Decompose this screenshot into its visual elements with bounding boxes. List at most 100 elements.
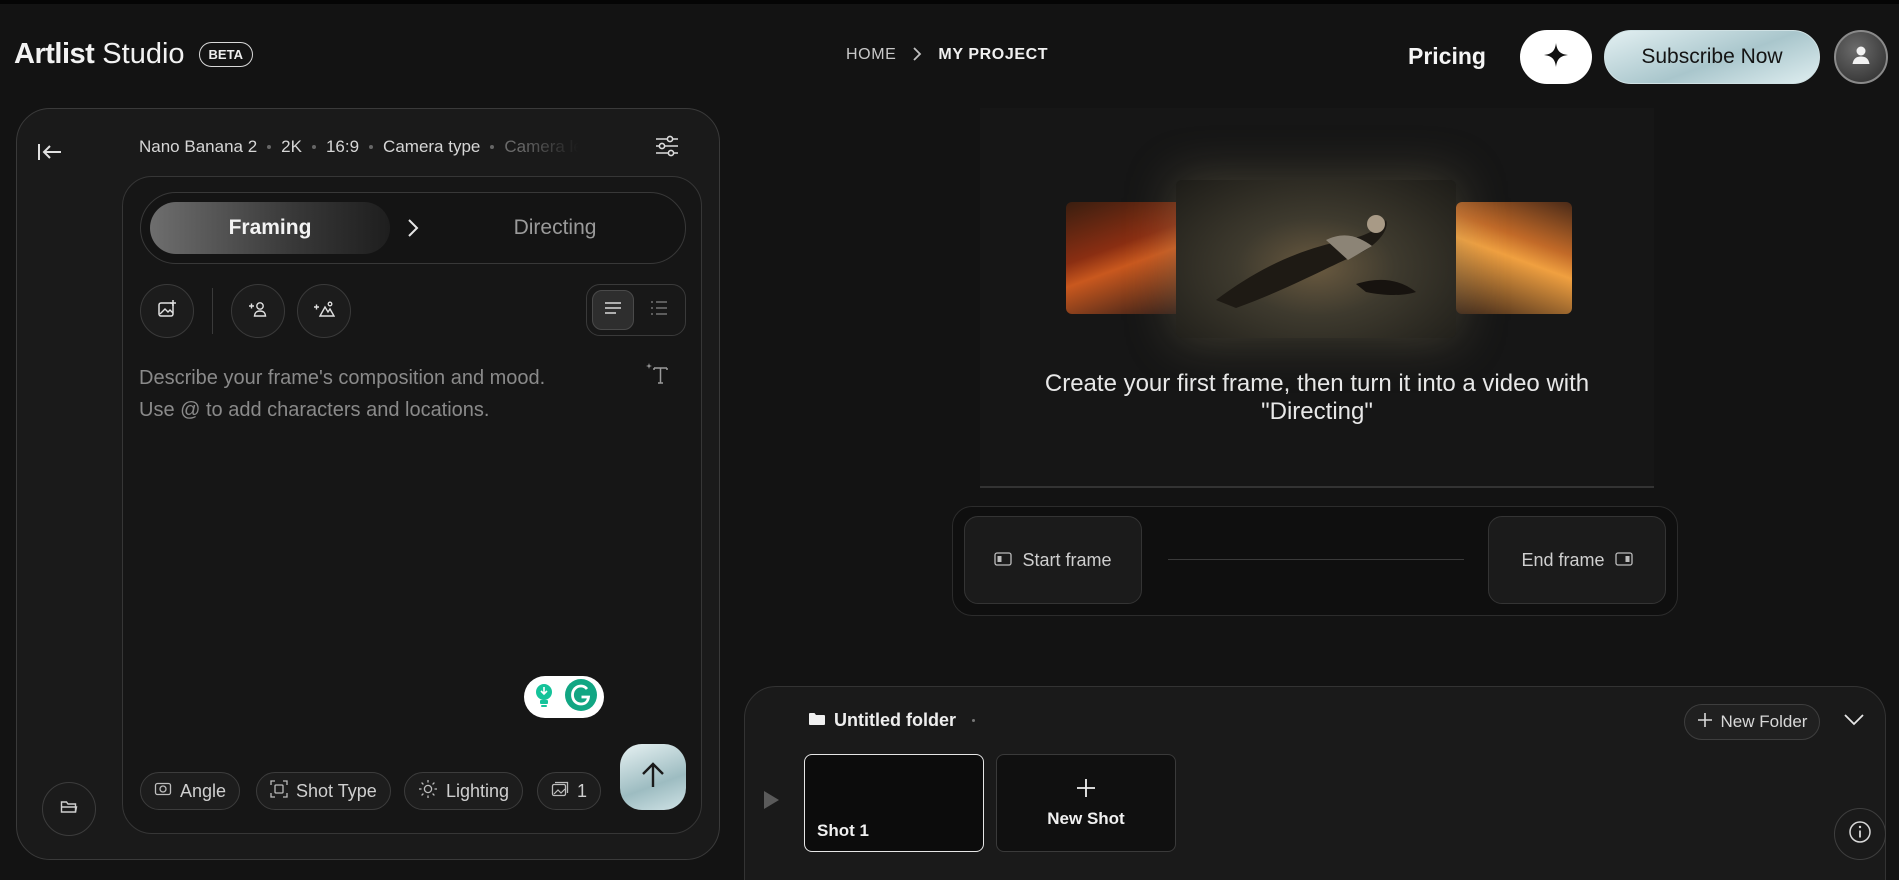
separator-dot	[490, 145, 495, 149]
start-frame-label: Start frame	[1022, 549, 1112, 570]
text-lines-icon	[604, 300, 622, 321]
toolbar-divider	[212, 288, 213, 334]
window-top-edge	[0, 0, 1899, 4]
chevron-down-icon	[1844, 713, 1864, 731]
new-folder-label: New Folder	[1720, 712, 1808, 731]
logo-product: Studio	[102, 38, 185, 70]
list-view-button[interactable]	[638, 290, 680, 330]
camera-angle-icon	[154, 781, 172, 802]
flying-figures-illustration	[1216, 215, 1416, 308]
pricing-link[interactable]: Pricing	[1408, 43, 1486, 70]
ai-spark-button[interactable]	[1520, 30, 1592, 84]
settings-sliders-button[interactable]	[652, 133, 682, 163]
plus-icon	[1076, 778, 1096, 803]
add-character-button[interactable]	[231, 284, 285, 338]
reference-images-chip[interactable]: 1	[537, 772, 602, 810]
app-root: Artlist Studio BETA HOME MY PROJECT Pric…	[0, 0, 1899, 880]
send-prompt-button[interactable]	[620, 744, 686, 810]
prompt-placeholder-line-1: Describe your frame's composition and mo…	[139, 367, 546, 389]
folder-title[interactable]: Untitled folder	[808, 710, 975, 731]
preview-card	[980, 108, 1654, 488]
new-folder-button[interactable]: New Folder	[1684, 704, 1820, 740]
shot-label: Shot 1	[817, 821, 869, 840]
folder-status-dot	[972, 719, 975, 722]
sliders-icon	[655, 135, 679, 162]
collapse-shots-button[interactable]	[1842, 710, 1866, 734]
logo[interactable]: Artlist Studio BETA	[14, 38, 253, 71]
tab-framing[interactable]: Framing	[150, 202, 390, 254]
shot-card[interactable]: Shot 1	[804, 754, 984, 852]
magic-text-icon	[645, 362, 669, 389]
add-person-icon	[248, 300, 268, 323]
camera-type-setting[interactable]: Camera type	[383, 137, 480, 157]
add-image-button[interactable]	[140, 284, 194, 338]
reference-images-count: 1	[577, 780, 588, 801]
lighting-chip-label: Lighting	[446, 780, 510, 801]
angle-chip[interactable]: Angle	[140, 772, 241, 810]
sample-thumbnail-right	[1456, 202, 1572, 314]
angle-chip-label: Angle	[180, 780, 227, 801]
info-icon	[1848, 820, 1872, 849]
prompt-placeholder-line-2: Use @ to add characters and locations.	[139, 399, 490, 421]
beta-badge: BETA	[198, 42, 253, 67]
shot-type-chip[interactable]: Shot Type	[256, 772, 391, 810]
play-button[interactable]	[760, 790, 782, 814]
plus-icon	[1697, 712, 1713, 733]
logo-brand: Artlist	[14, 38, 95, 70]
empty-state-message: Create your first frame, then turn it in…	[1044, 370, 1590, 425]
images-icon	[551, 781, 569, 802]
frames-connector-line	[1168, 559, 1464, 560]
frame-start-icon	[994, 550, 1013, 571]
sun-icon	[418, 779, 438, 804]
model-setting[interactable]: Nano Banana 2	[139, 137, 257, 157]
lightbulb-icon	[530, 681, 558, 714]
arrow-up-icon	[640, 761, 666, 794]
info-button[interactable]	[1834, 808, 1886, 860]
new-shot-button[interactable]: New Shot	[996, 754, 1176, 852]
breadcrumb-current[interactable]: MY PROJECT	[938, 46, 1048, 64]
numbered-list-icon	[650, 300, 668, 321]
separator-dot	[369, 145, 374, 149]
sample-thumbnail-center	[1176, 180, 1456, 338]
new-shot-label: New Shot	[1047, 808, 1125, 828]
resolution-setting[interactable]: 2K	[281, 137, 302, 157]
text-enhance-button[interactable]	[644, 362, 670, 388]
image-add-icon	[157, 299, 177, 324]
folder-open-icon	[60, 799, 78, 820]
separator-dot	[311, 145, 316, 149]
breadcrumb: HOME MY PROJECT	[846, 46, 1048, 64]
shot-type-chip-label: Shot Type	[296, 780, 377, 801]
frame-end-icon	[1614, 550, 1633, 571]
sparkle-icon	[1543, 42, 1569, 73]
add-location-button[interactable]	[297, 284, 351, 338]
end-frame-button[interactable]: End frame	[1488, 516, 1666, 604]
end-frame-label: End frame	[1521, 549, 1605, 570]
separator-dot	[267, 145, 272, 149]
user-avatar-button[interactable]	[1834, 30, 1888, 84]
grammarly-widget[interactable]	[524, 676, 604, 718]
camera-lens-setting[interactable]: Camera le	[504, 137, 582, 157]
collapse-sidebar-button[interactable]	[34, 140, 66, 168]
subscribe-button[interactable]: Subscribe Now	[1604, 30, 1820, 84]
user-icon	[1850, 44, 1872, 71]
breadcrumb-home[interactable]: HOME	[846, 46, 896, 64]
open-folder-button[interactable]	[42, 782, 96, 836]
grammarly-icon	[564, 678, 598, 717]
shot-frame-icon	[270, 779, 288, 803]
tab-directing[interactable]: Directing	[450, 202, 660, 254]
sample-thumbnail-left	[1066, 202, 1186, 314]
generation-settings-row[interactable]: Nano Banana 2 2K 16:9 Camera type Camera…	[139, 137, 639, 157]
play-icon	[762, 790, 780, 815]
collapse-left-icon	[37, 142, 63, 167]
folder-icon	[808, 710, 826, 731]
chevron-right-icon	[912, 46, 922, 64]
add-landscape-icon	[313, 300, 336, 323]
aspect-ratio-setting[interactable]: 16:9	[326, 137, 359, 157]
folder-name: Untitled folder	[834, 710, 956, 730]
composer-card	[122, 176, 702, 834]
lighting-chip[interactable]: Lighting	[404, 772, 524, 810]
chevron-right-icon	[403, 216, 423, 240]
paragraph-view-button[interactable]	[592, 290, 634, 330]
prompt-input[interactable]: Describe your frame's composition and mo…	[139, 362, 639, 426]
start-frame-button[interactable]: Start frame	[964, 516, 1142, 604]
